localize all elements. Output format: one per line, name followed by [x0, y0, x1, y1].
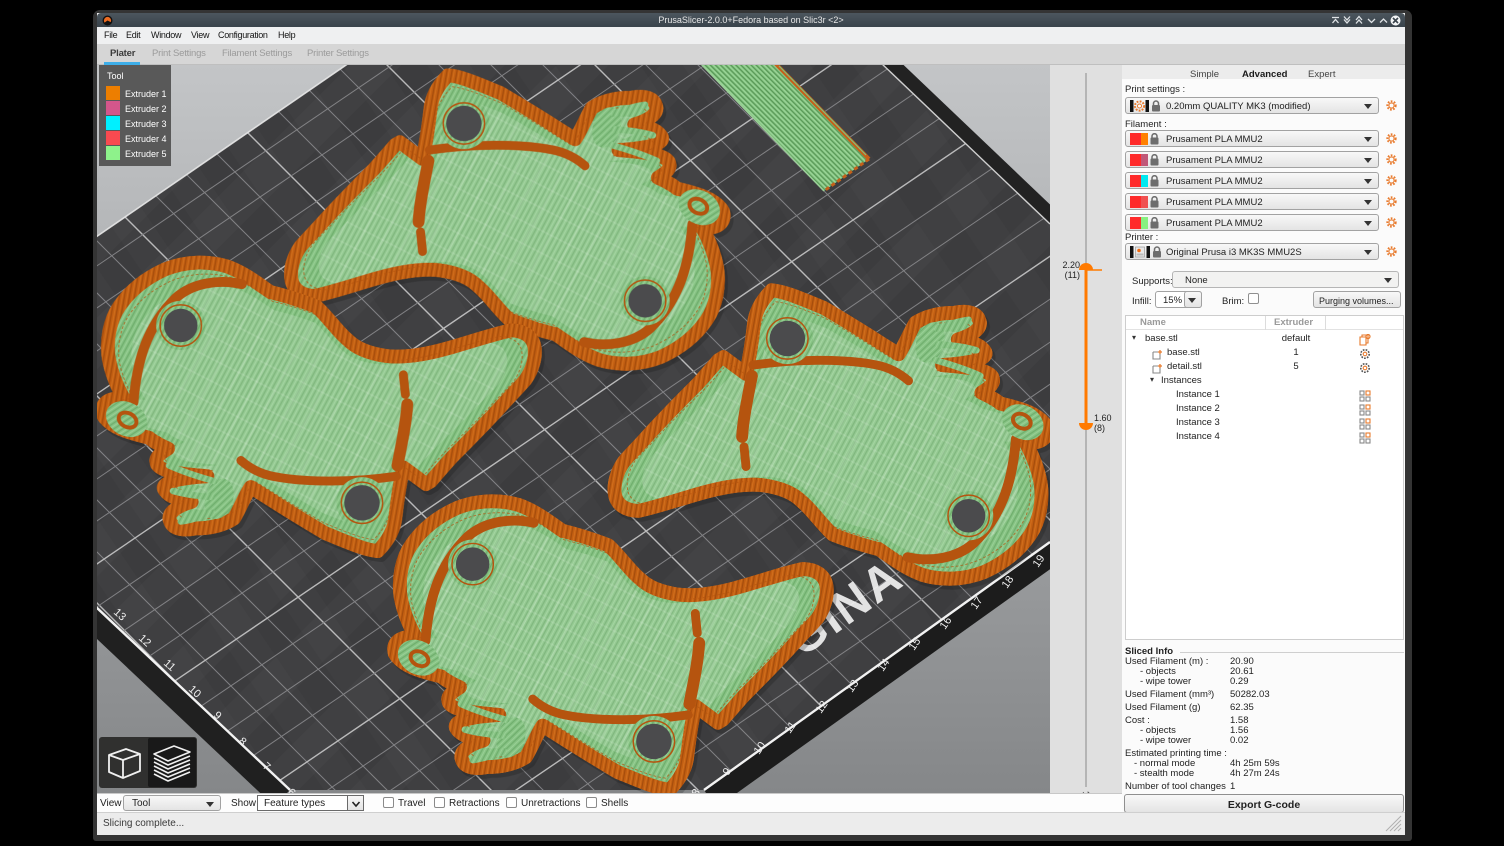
svg-text:(8): (8) — [1094, 423, 1105, 433]
svg-text:2.20: 2.20 — [1062, 260, 1080, 270]
svg-text:(11): (11) — [1065, 270, 1080, 280]
svg-text:1.60: 1.60 — [1094, 413, 1112, 423]
